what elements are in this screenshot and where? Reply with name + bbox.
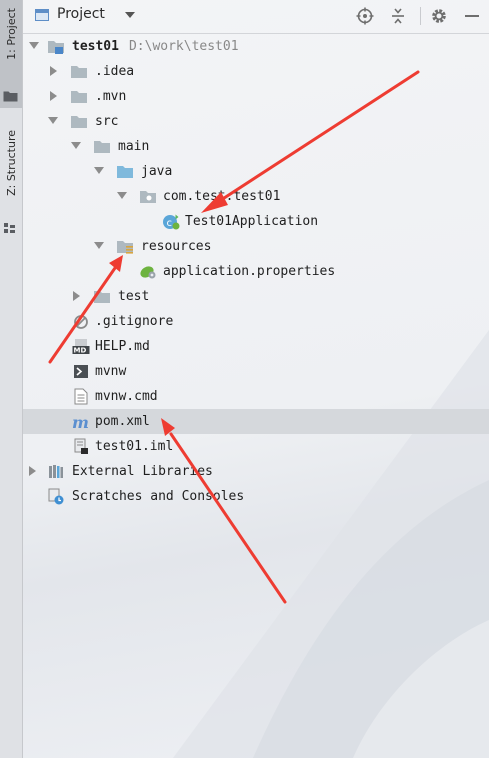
structure-icon bbox=[4, 223, 15, 233]
tool-window-stripe: 1: Project Z: Structure bbox=[0, 0, 23, 758]
annotation-arrow-to-app-class bbox=[201, 70, 420, 213]
project-panel: Project test01D:\work\test01 .idea .mvn bbox=[23, 0, 489, 758]
structure-tool-tab[interactable]: Z: Structure bbox=[0, 122, 22, 237]
project-tab-label: 1: Project bbox=[4, 8, 18, 60]
annotation-arrows bbox=[48, 70, 420, 604]
annotation-arrow-to-pom bbox=[161, 418, 287, 604]
folder-icon bbox=[3, 91, 18, 102]
project-tool-tab[interactable]: 1: Project bbox=[0, 0, 22, 108]
annotation-arrow-to-resources bbox=[48, 255, 123, 364]
structure-tab-label: Z: Structure bbox=[4, 130, 18, 196]
